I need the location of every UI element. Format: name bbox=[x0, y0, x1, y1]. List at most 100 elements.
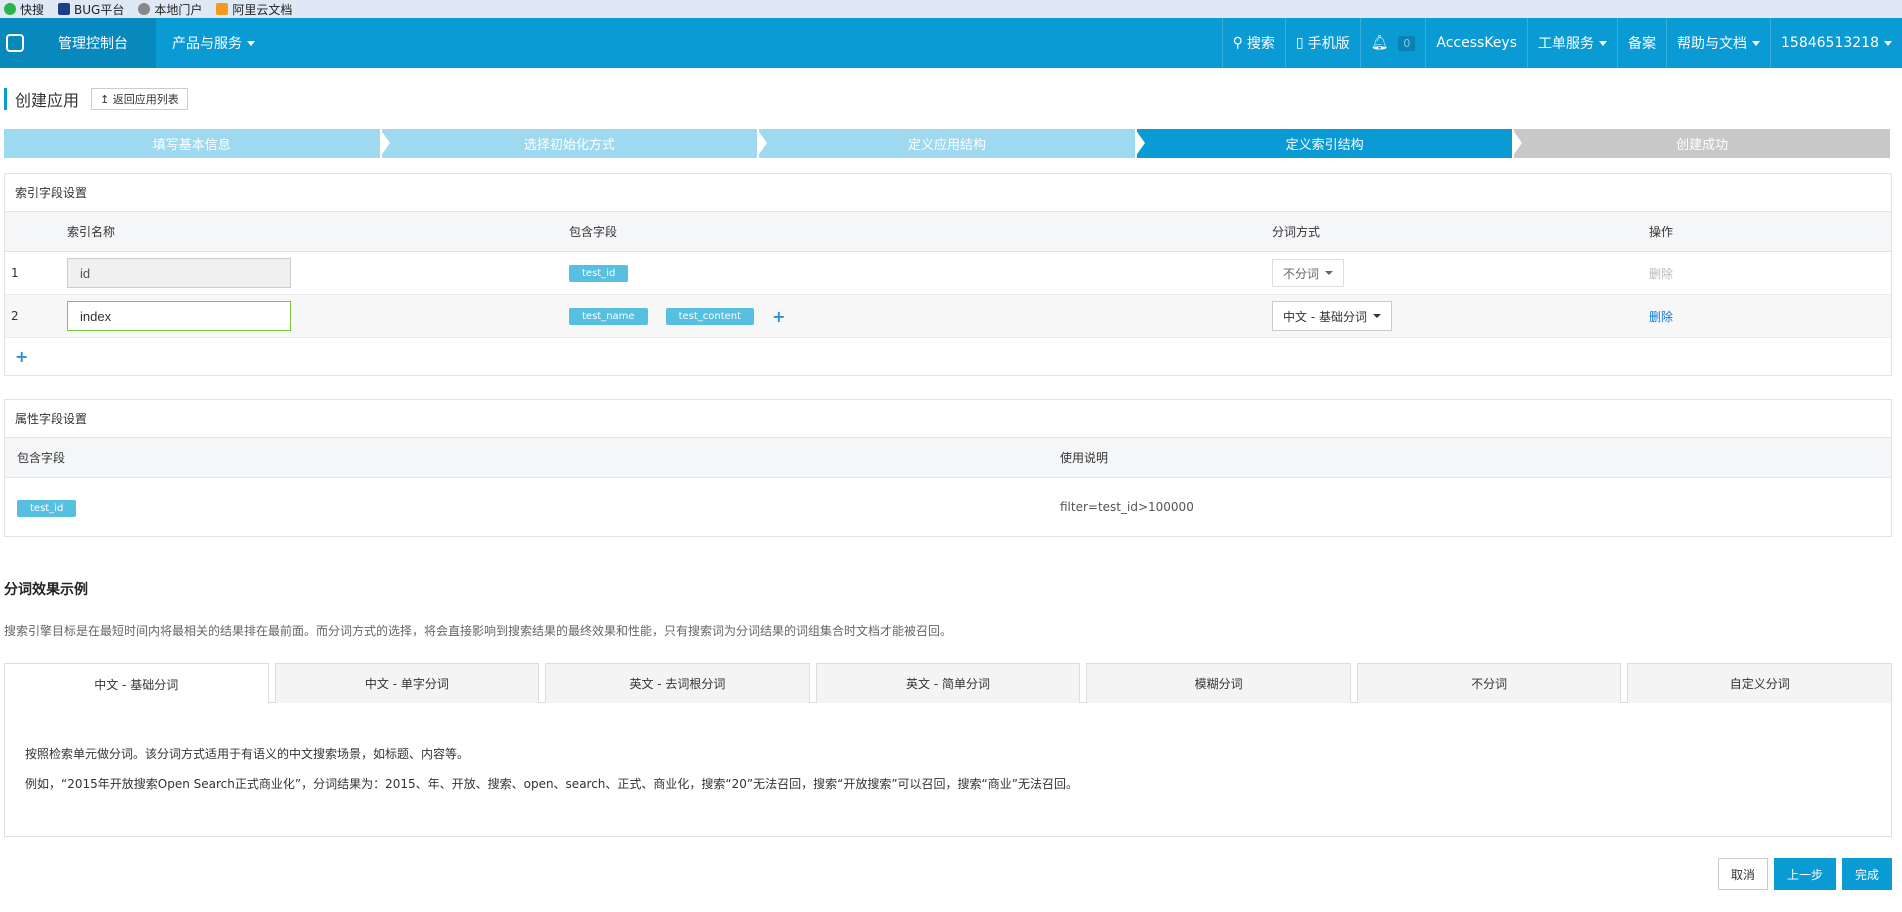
attr-field-panel: 属性字段设置 包含字段 使用说明 test_id filter=test_id>… bbox=[4, 399, 1892, 537]
tab-en-stem[interactable]: 英文 - 去词根分词 bbox=[545, 663, 810, 703]
bookmark-portal[interactable]: 本地门户 bbox=[138, 1, 202, 18]
split-example-tabs: 中文 - 基础分词 中文 - 单字分词 英文 - 去词根分词 英文 - 简单分词… bbox=[4, 663, 1893, 704]
step-app-structure: 定义应用结构 bbox=[759, 129, 1145, 158]
bookmark-label: 阿里云文档 bbox=[232, 2, 293, 17]
split-method-value: 不分词 bbox=[1283, 266, 1320, 281]
tab-en-simple[interactable]: 英文 - 简单分词 bbox=[815, 663, 1081, 703]
nav-tickets-label: 工单服务 bbox=[1538, 36, 1595, 52]
nav-search[interactable]: ⚲ 搜索 bbox=[1221, 18, 1285, 68]
bookmark-kuaisou[interactable]: 快搜 bbox=[4, 1, 44, 18]
tab-none[interactable]: 不分词 bbox=[1356, 663, 1622, 703]
table-row: 1 id test_id 不分词 删除 bbox=[5, 252, 1891, 295]
page-title: 创建应用 bbox=[15, 91, 80, 110]
col-split: 分词方式 bbox=[1272, 225, 1321, 239]
attr-table-header: 包含字段 使用说明 bbox=[5, 438, 1891, 478]
index-field-panel: 索引字段设置 索引名称 包含字段 分词方式 操作 1 id test_id 不分… bbox=[4, 173, 1892, 376]
kuaisou-icon bbox=[4, 3, 16, 15]
bookmark-label: 本地门户 bbox=[154, 2, 203, 17]
step-created: 创建成功 bbox=[1514, 129, 1890, 158]
tab-content-line: 按照检索单元做分词。该分词方式适用于有语义的中文搜索场景，如标题、内容等。 bbox=[25, 747, 470, 761]
index-panel-title: 索引字段设置 bbox=[5, 174, 1891, 212]
chevron-down-icon bbox=[247, 40, 255, 46]
bookmark-label: 快搜 bbox=[20, 2, 45, 17]
prev-button[interactable]: 上一步 bbox=[1773, 858, 1836, 890]
usage-text: filter=test_id>100000 bbox=[1060, 500, 1194, 514]
tab-cn-single[interactable]: 中文 - 单字分词 bbox=[274, 663, 540, 703]
index-table-header: 索引名称 包含字段 分词方式 操作 bbox=[5, 212, 1891, 252]
bookmark-aliyun-doc[interactable]: 阿里云文档 bbox=[216, 1, 292, 18]
nav-tickets[interactable]: 工单服务 bbox=[1527, 18, 1617, 68]
table-row: test_id filter=test_id>100000 bbox=[5, 478, 1891, 536]
step-index-structure: 定义索引结构 bbox=[1136, 129, 1522, 158]
row-number: 2 bbox=[11, 309, 19, 323]
step-basic-info: 填写基本信息 bbox=[4, 129, 390, 158]
chevron-down-icon bbox=[1884, 40, 1892, 46]
split-method-select[interactable]: 中文 - 基础分词 bbox=[1272, 301, 1392, 331]
index-name-input[interactable]: index bbox=[67, 301, 291, 331]
attr-field-tag[interactable]: test_id bbox=[17, 500, 77, 517]
add-index-icon[interactable]: + bbox=[15, 347, 28, 366]
field-tag[interactable]: test_id bbox=[569, 264, 629, 282]
tab-cn-basic[interactable]: 中文 - 基础分词 bbox=[4, 663, 269, 704]
globe-icon bbox=[138, 3, 151, 15]
nav-record[interactable]: 备案 bbox=[1617, 18, 1666, 68]
cancel-button[interactable]: 取消 bbox=[1717, 858, 1768, 890]
tab-fuzzy[interactable]: 模糊分词 bbox=[1086, 663, 1351, 703]
bookmark-label: BUG平台 bbox=[74, 2, 125, 17]
nav-help-label: 帮助与文档 bbox=[1677, 36, 1748, 52]
home-logo[interactable] bbox=[0, 18, 30, 68]
nav-products-label: 产品与服务 bbox=[172, 36, 242, 52]
col-op: 操作 bbox=[1649, 225, 1674, 239]
chevron-down-icon bbox=[1372, 314, 1381, 318]
page-header: 创建应用 ↥ 返回应用列表 bbox=[4, 88, 188, 110]
delete-link[interactable]: 删除 bbox=[1649, 310, 1673, 324]
table-row: 2 index test_name test_content + 中文 - 基础… bbox=[5, 295, 1891, 338]
nav-accesskeys[interactable]: AccessKeys bbox=[1425, 18, 1527, 68]
add-field-icon[interactable]: + bbox=[772, 307, 785, 326]
tab-custom[interactable]: 自定义分词 bbox=[1627, 663, 1893, 703]
nav-products[interactable]: 产品与服务 bbox=[156, 18, 271, 68]
finish-button[interactable]: 完成 bbox=[1841, 858, 1892, 890]
field-tag[interactable]: test_content bbox=[665, 307, 755, 325]
chevron-down-icon bbox=[1325, 271, 1334, 275]
bookmark-bug[interactable]: BUG平台 bbox=[58, 1, 124, 18]
nav-mobile[interactable]: ▯ 手机版 bbox=[1284, 18, 1360, 68]
field-tag[interactable]: test_name bbox=[569, 307, 648, 325]
tab-content: 按照检索单元做分词。该分词方式适用于有语义的中文搜索场景，如标题、内容等。 例如… bbox=[4, 703, 1892, 837]
col-fields: 包含字段 bbox=[569, 225, 618, 239]
nav-notifications[interactable]: 🔔︎ 0 bbox=[1359, 18, 1426, 68]
bell-icon: 🔔︎ bbox=[1370, 35, 1389, 51]
mobile-icon: ▯ bbox=[1295, 35, 1304, 51]
bug-icon bbox=[58, 3, 71, 15]
footer-actions: 取消 上一步 完成 bbox=[1717, 858, 1892, 890]
col-index-name: 索引名称 bbox=[67, 225, 116, 239]
aliyun-logo-icon bbox=[6, 34, 24, 52]
examples-description: 搜索引擎目标是在最短时间内将最相关的结果排在最前面。而分词方式的选择，将会直接影… bbox=[4, 624, 953, 638]
step-init-method: 选择初始化方式 bbox=[381, 129, 767, 158]
nav-console[interactable]: 管理控制台 bbox=[30, 18, 156, 68]
col-attr-fields: 包含字段 bbox=[17, 451, 66, 465]
nav-mobile-label: 手机版 bbox=[1307, 36, 1350, 52]
bookmarks-bar: 快搜 BUG平台 本地门户 阿里云文档 bbox=[0, 0, 1902, 18]
back-button-label: 返回应用列表 bbox=[112, 93, 179, 106]
nav-user-label: 15846513218 bbox=[1781, 35, 1879, 51]
attr-panel-title: 属性字段设置 bbox=[5, 400, 1891, 438]
split-method-select[interactable]: 不分词 bbox=[1272, 259, 1345, 287]
back-to-list-button[interactable]: ↥ 返回应用列表 bbox=[91, 88, 188, 110]
wizard-steps: 填写基本信息 选择初始化方式 定义应用结构 定义索引结构 创建成功 bbox=[4, 129, 1892, 158]
row-number: 1 bbox=[11, 266, 19, 280]
nav-help[interactable]: 帮助与文档 bbox=[1666, 18, 1770, 68]
tab-content-line: 例如，“2015年开放搜索Open Search正式商业化”，分词结果为：201… bbox=[25, 777, 1078, 791]
examples-title: 分词效果示例 bbox=[4, 582, 88, 598]
index-name-input[interactable]: id bbox=[67, 258, 291, 288]
split-method-value: 中文 - 基础分词 bbox=[1283, 309, 1367, 324]
chevron-down-icon bbox=[1599, 40, 1608, 46]
aliyun-doc-icon bbox=[216, 3, 229, 15]
delete-link[interactable]: 删除 bbox=[1649, 267, 1673, 281]
top-nav: 管理控制台 产品与服务 ⚲ 搜索 ▯ 手机版 🔔︎ 0 AccessKeys 工… bbox=[0, 18, 1902, 68]
notification-count-badge: 0 bbox=[1398, 35, 1416, 51]
col-usage: 使用说明 bbox=[1060, 451, 1109, 465]
chevron-down-icon bbox=[1752, 40, 1761, 46]
nav-search-label: 搜索 bbox=[1246, 36, 1275, 52]
nav-user[interactable]: 15846513218 bbox=[1770, 18, 1902, 68]
